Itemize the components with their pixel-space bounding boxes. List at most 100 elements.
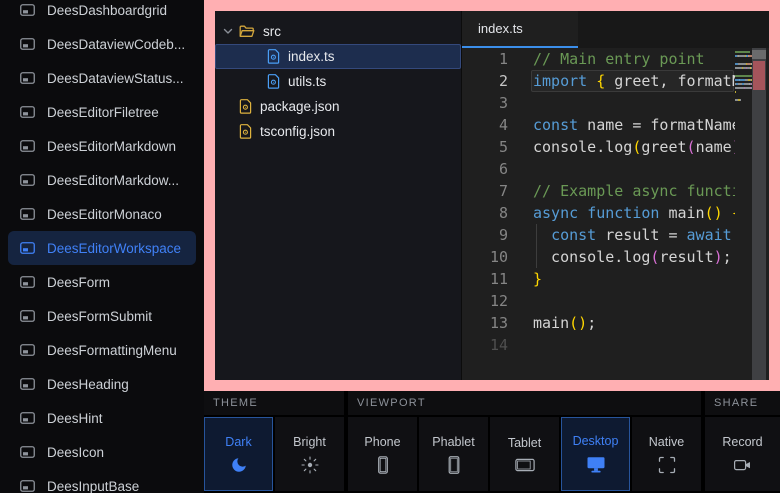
sidebar-item-deeseditormonaco[interactable]: DeesEditorMonaco — [8, 197, 196, 231]
phablet-icon — [445, 456, 463, 474]
code-line-9[interactable]: 9 const result = await asyncGreet(name); — [462, 224, 769, 246]
code-line-13[interactable]: 13main(); — [462, 312, 769, 334]
filetree-row-tsconfig-json[interactable]: tsconfig.json — [215, 119, 461, 144]
filetree-row-index-ts[interactable]: index.ts — [215, 44, 461, 69]
native-button[interactable]: Native — [632, 417, 701, 491]
code-line-1[interactable]: 1// Main entry point — [462, 48, 769, 70]
sidebar-item-deesformattingmenu[interactable]: DeesFormattingMenu — [8, 333, 196, 367]
phone-button[interactable]: Phone — [348, 417, 417, 491]
code-line-5[interactable]: 5console.log(greet(name)); — [462, 136, 769, 158]
line-number: 8 — [462, 202, 508, 224]
filetree-row-label: package.json — [260, 99, 340, 114]
filetree-row-src[interactable]: src — [215, 19, 461, 44]
viewport-section-label: VIEWPORT — [348, 397, 426, 409]
tablet-button[interactable]: Tablet — [490, 417, 559, 491]
code-line-content: } — [533, 268, 735, 290]
filetree-row-label: index.ts — [288, 49, 335, 64]
sidebar-item-deesformsubmit[interactable]: DeesFormSubmit — [8, 299, 196, 333]
code-token — [578, 204, 587, 222]
bright-button[interactable]: Bright — [275, 417, 344, 491]
workspace-frame: srcindex.tsutils.tspackage.jsontsconfig.… — [204, 0, 780, 391]
sidebar-item-deeseditormarkdown[interactable]: DeesEditorMarkdown — [8, 129, 196, 163]
code-editor: index.ts 1// Main entry point2 import { g… — [461, 11, 769, 380]
sidebar-item-label: DeesHint — [47, 411, 103, 426]
code-token: const — [551, 226, 596, 244]
button-label: Native — [649, 435, 684, 449]
widget-icon — [20, 140, 35, 152]
desktop-button[interactable]: Desktop — [561, 417, 630, 491]
filetree-row-label: tsconfig.json — [260, 124, 335, 139]
code-token: ( — [569, 314, 578, 332]
tablet-icon — [515, 457, 535, 473]
phone-icon — [374, 456, 392, 474]
sidebar-item-deeseditorfiletree[interactable]: DeesEditorFiletree — [8, 95, 196, 129]
share-section-header: SHARE — [705, 391, 780, 415]
code-line-4[interactable]: 4const name = formatName('World'); — [462, 114, 769, 136]
code-line-7[interactable]: 7// Example async function — [462, 180, 769, 202]
filetree-row-package-json[interactable]: package.json — [215, 94, 461, 119]
filetree-row-utils-ts[interactable]: utils.ts — [215, 69, 461, 94]
code-token: } — [533, 270, 542, 288]
sidebar-item-label: DeesForm — [47, 275, 110, 290]
sidebar-item-deesinputbase[interactable]: DeesInputBase — [8, 469, 196, 493]
sidebar-item-deesicon[interactable]: DeesIcon — [8, 435, 196, 469]
sun-icon — [301, 456, 319, 474]
viewport-section-header: VIEWPORT — [348, 391, 701, 415]
sidebar-item-deesheading[interactable]: DeesHeading — [8, 367, 196, 401]
code-line-3[interactable]: 3 — [462, 92, 769, 114]
code-token: // Example async function — [533, 182, 735, 200]
ts-file-icon — [267, 49, 280, 64]
line-number: 6 — [462, 158, 508, 180]
phablet-button[interactable]: Phablet — [419, 417, 488, 491]
code-token: main — [533, 314, 569, 332]
code-token: import — [533, 72, 587, 90]
sidebar-item-label: DeesFormattingMenu — [47, 343, 177, 358]
scrollbar-slider[interactable] — [752, 50, 766, 59]
widget-icon — [20, 378, 35, 390]
code-area[interactable]: 1// Main entry point2 import { greet, for… — [462, 48, 769, 380]
dark-button[interactable]: Dark — [204, 417, 273, 491]
code-token: greet, formatName — [605, 72, 735, 90]
code-line-12[interactable]: 12 — [462, 290, 769, 312]
widget-icon — [20, 106, 35, 118]
sidebar-item-deeshint[interactable]: DeesHint — [8, 401, 196, 435]
code-token: ( — [705, 204, 714, 222]
record-button[interactable]: Record — [705, 417, 780, 491]
line-number: 2 — [462, 70, 508, 92]
code-token: // Main entry point — [533, 50, 705, 68]
sidebar-item-deesform[interactable]: DeesForm — [8, 265, 196, 299]
record-icon — [733, 456, 752, 474]
widget-icon — [20, 174, 35, 186]
sidebar-item-label: DeesDashboardgrid — [47, 3, 167, 18]
code-line-2[interactable]: 2 import { greet, formatName } from './ut… — [462, 70, 769, 92]
code-token: ( — [687, 138, 696, 156]
sidebar-item-deeseditormarkdow[interactable]: DeesEditorMarkdow... — [8, 163, 196, 197]
code-line-11[interactable]: 11} — [462, 268, 769, 290]
code-line-8[interactable]: 8async function main() { — [462, 202, 769, 224]
sidebar-item-deesdataviewcodeb[interactable]: DeesDataviewCodeb... — [8, 27, 196, 61]
sidebar-item-deesdataviewstatus[interactable]: DeesDataviewStatus... — [8, 61, 196, 95]
code-token: const — [533, 116, 578, 134]
json-file-icon — [239, 124, 252, 139]
code-line-content: import { greet, formatName } from './uti… — [533, 70, 735, 92]
json-file-icon — [239, 99, 252, 114]
minimap[interactable] — [735, 51, 752, 107]
editor-scrollbar[interactable] — [752, 48, 766, 380]
code-token: name = formatName — [578, 116, 735, 134]
code-line-6[interactable]: 6 — [462, 158, 769, 180]
sidebar-item-label: DeesDataviewStatus... — [47, 71, 184, 86]
sidebar-item-deeseditorworkspace[interactable]: DeesEditorWorkspace — [8, 231, 196, 265]
code-line-content: // Main entry point — [533, 48, 735, 70]
button-label: Phone — [364, 435, 400, 449]
code-line-14[interactable]: 14 — [462, 334, 769, 356]
line-number: 11 — [462, 268, 508, 290]
code-token: { — [596, 72, 605, 90]
code-token: ) — [578, 314, 587, 332]
line-number: 4 — [462, 114, 508, 136]
tab-index-ts[interactable]: index.ts — [462, 11, 578, 48]
sidebar-item-deesdashboardgrid[interactable]: DeesDashboardgrid — [8, 0, 196, 27]
line-number: 5 — [462, 136, 508, 158]
button-label: Tablet — [508, 436, 541, 450]
code-line-10[interactable]: 10 console.log(result); — [462, 246, 769, 268]
toolbar-section-theme: DarkBright — [204, 417, 344, 491]
